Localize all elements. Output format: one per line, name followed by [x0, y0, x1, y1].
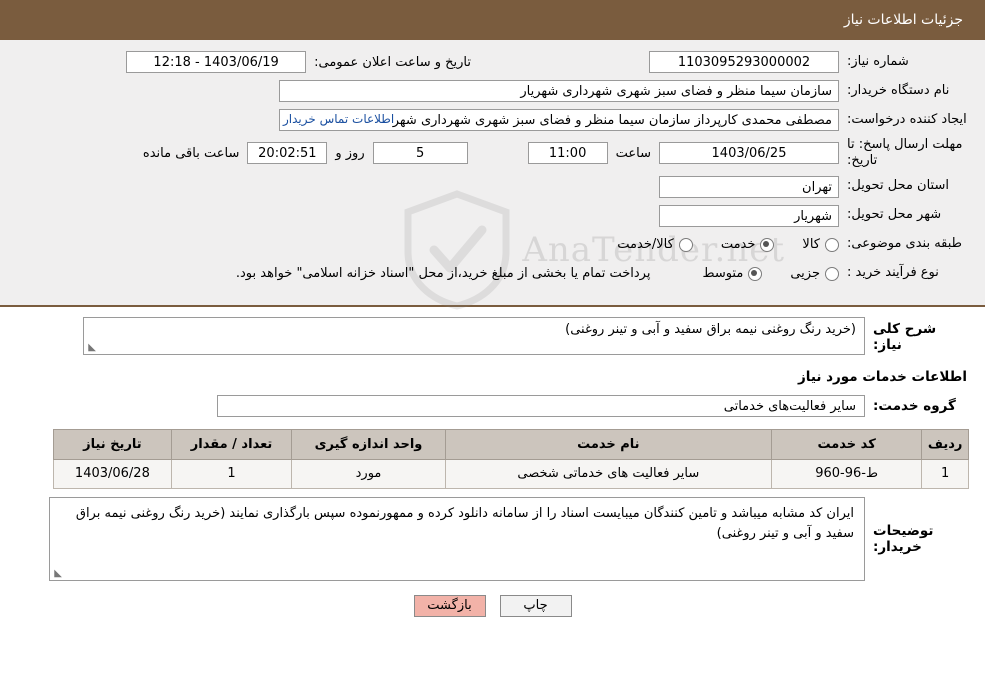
summary-row: شرح کلی نیاز: (خرید رنگ روغنی نیمه براق … [16, 316, 969, 355]
th-unit: واحد اندازه گیری [291, 428, 446, 460]
purchase-type-radio-group[interactable]: جزیی متوسط [674, 266, 839, 281]
countdown-value: 20:02:51 [247, 142, 328, 165]
cell-qty: 1 [170, 458, 293, 489]
announce-label: تاریخ و ساعت اعلان عمومی: [314, 54, 471, 70]
province-label: استان محل تحویل: [847, 178, 949, 194]
row-buyer-org: نام دستگاه خریدار: سازمان سیما منظر و فض… [18, 79, 967, 103]
page-title: جزئیات اطلاعات نیاز [843, 12, 963, 28]
category-option-kala[interactable]: کالا [802, 237, 839, 252]
purchase-option-jozei[interactable]: جزیی [790, 266, 839, 281]
row-need-number: شماره نیاز: 1103095293000002 تاریخ و ساع… [18, 50, 967, 74]
resize-handle-icon[interactable]: ◣ [52, 568, 62, 579]
need-number-value: 1103095293000002 [649, 51, 839, 73]
services-section-title: اطلاعات خدمات مورد نیاز [797, 368, 967, 385]
requester-label: ایجاد کننده درخواست: [847, 111, 967, 127]
th-name: نام خدمت [444, 428, 772, 460]
cell-row: 1 [921, 458, 969, 489]
table-header-row: ردیف کد خدمت نام خدمت واحد اندازه گیری ت… [53, 428, 969, 460]
summary-label: شرح کلی نیاز: [873, 320, 937, 353]
remaining-label: ساعت باقی مانده [142, 145, 240, 161]
services-table: ردیف کد خدمت نام خدمت واحد اندازه گیری ت… [53, 428, 969, 489]
remaining-days-value: 5 [372, 142, 468, 165]
deadline-time-value: 11:00 [527, 142, 608, 165]
radio-icon[interactable] [678, 237, 693, 252]
category-label: طبقه بندی موضوعی: [847, 236, 963, 252]
buyer-contact-link[interactable]: اطلاعات تماس خریدار [283, 112, 394, 126]
purchase-option-label: متوسط [702, 266, 744, 281]
need-number-label: شماره نیاز: [847, 53, 909, 69]
print-button[interactable]: چاپ [499, 594, 572, 617]
buyer-notes-value: ایران کد مشابه میباشد و تامین کنندگان می… [75, 505, 854, 541]
buyer-notes-row: توضیحات خریدار: ایران کد مشابه میباشد و … [16, 496, 969, 581]
city-value: شهریار [659, 204, 839, 227]
province-value: تهران [659, 175, 839, 198]
announce-value: 1403/06/19 - 12:18 [126, 51, 307, 73]
radio-icon[interactable] [825, 237, 839, 252]
th-date: تاریخ نیاز [53, 428, 172, 460]
table-row: 1 ط-96-960 سایر فعالیت های خدماتی شخصی م… [53, 458, 969, 489]
row-city: شهر محل تحویل: شهریار [18, 204, 967, 228]
row-deadline: مهلت ارسال پاسخ: تا تاریخ: 1403/06/25 سا… [18, 137, 967, 170]
deadline-date-value: 1403/06/25 [659, 142, 839, 165]
row-requester: ایجاد کننده درخواست: مصطفی محمدی کارپردا… [18, 108, 967, 132]
radio-icon[interactable] [760, 237, 775, 252]
deadline-label: مهلت ارسال پاسخ: تا تاریخ: [847, 137, 963, 169]
buyer-org-label: نام دستگاه خریدار: [847, 82, 950, 98]
row-category: طبقه بندی موضوعی: کالا خدمت کالا/خدمت [18, 233, 967, 257]
radio-icon[interactable] [748, 266, 763, 281]
purchase-option-motevaset[interactable]: متوسط [702, 266, 763, 281]
category-option-label: خدمت [720, 237, 756, 252]
th-code: کد خدمت [770, 428, 923, 460]
service-group-value: سایر فعالیت‌های خدماتی [217, 394, 865, 417]
buyer-org-value: سازمان سیما منظر و فضای سبز شهری شهرداری… [279, 80, 839, 102]
city-label: شهر محل تحویل: [847, 207, 942, 223]
service-group-row: گروه خدمت: سایر فعالیت‌های خدماتی [16, 394, 969, 417]
purchase-type-label: نوع فرآیند خرید : [847, 265, 939, 281]
row-province: استان محل تحویل: تهران [18, 175, 967, 199]
radio-icon[interactable] [825, 266, 839, 281]
cell-unit: مورد [291, 458, 446, 489]
service-group-label: گروه خدمت: [873, 397, 956, 414]
cell-name: سایر فعالیت های خدماتی شخصی [444, 458, 772, 489]
purchase-note: پرداخت تمام یا بخشی از مبلغ خرید،از محل … [235, 266, 651, 281]
category-option-label: کالا/خدمت [617, 237, 674, 252]
footer-buttons: چاپ بازگشت [16, 594, 969, 617]
resize-handle-icon[interactable]: ◣ [86, 342, 96, 353]
category-option-khedmat[interactable]: خدمت [721, 237, 775, 252]
back-button[interactable]: بازگشت [413, 594, 486, 617]
page-header: جزئیات اطلاعات نیاز [0, 0, 985, 40]
category-radio-group[interactable]: کالا خدمت کالا/خدمت [589, 237, 839, 252]
purchase-option-label: جزیی [790, 266, 820, 281]
summary-value: (خرید رنگ روغنی نیمه براق سفید و آبی و ت… [565, 321, 856, 337]
cell-code: ط-96-960 [770, 458, 923, 489]
need-body: شرح کلی نیاز: (خرید رنگ روغنی نیمه براق … [0, 307, 985, 617]
row-purchase-type: نوع فرآیند خرید : جزیی متوسط پرداخت تمام… [18, 262, 967, 286]
time-label: ساعت [615, 145, 651, 161]
summary-textarea: (خرید رنگ روغنی نیمه براق سفید و آبی و ت… [83, 316, 865, 355]
category-option-label: کالا [802, 237, 820, 252]
days-label: روز و [335, 145, 365, 161]
category-option-kala-khedmat[interactable]: کالا/خدمت [617, 237, 693, 252]
th-row: ردیف [921, 428, 969, 460]
cell-date: 1403/06/28 [53, 458, 172, 489]
need-details-panel: AnaTender.net شماره نیاز: 11030952930000… [0, 40, 985, 310]
buyer-notes-label: توضیحات خریدار: [873, 522, 934, 555]
buyer-notes-box: ایران کد مشابه میباشد و تامین کنندگان می… [49, 496, 865, 581]
th-qty: تعداد / مقدار [170, 428, 293, 460]
